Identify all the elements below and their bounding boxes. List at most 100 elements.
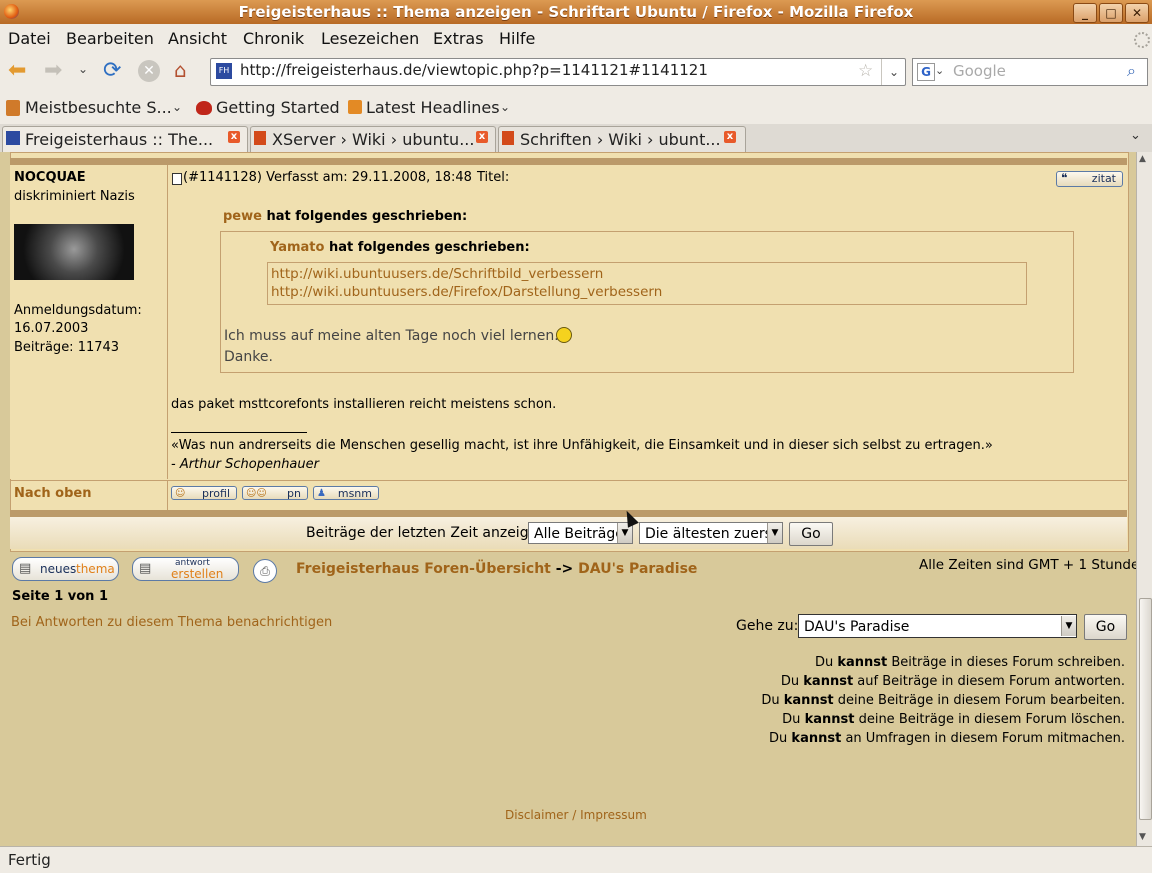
jump-go-button[interactable]: Go bbox=[1084, 614, 1127, 640]
menubar: Datei Bearbeiten Ansicht Chronik Lesezei… bbox=[0, 24, 1152, 52]
scroll-up-icon[interactable]: ▲ bbox=[1139, 154, 1146, 164]
pm-button[interactable]: ☺☺ pn bbox=[242, 486, 308, 500]
bookmark-getting-started[interactable]: Getting Started bbox=[216, 98, 340, 117]
permission-line: Du kannst deine Beiträge in diesem Forum… bbox=[761, 693, 1125, 708]
back-icon[interactable]: ⬅ bbox=[8, 60, 30, 82]
home-icon[interactable]: ⌂ bbox=[174, 58, 187, 82]
menu-hilfe[interactable]: Hilfe bbox=[499, 29, 535, 48]
quote-outer-header: pewe hat folgendes geschrieben: bbox=[223, 209, 467, 224]
status-text: Fertig bbox=[8, 851, 51, 869]
breadcrumb-index-link[interactable]: Freigeisterhaus Foren-Übersicht bbox=[296, 561, 551, 577]
post-icon[interactable] bbox=[172, 173, 182, 185]
author-rank: diskriminiert Nazis bbox=[14, 189, 135, 204]
perm-prefix: Du bbox=[814, 655, 838, 670]
quote-icon: ❝ bbox=[1061, 171, 1068, 185]
rss-icon bbox=[348, 100, 362, 114]
close-tab-icon[interactable]: x bbox=[228, 131, 240, 143]
menu-bearbeiten[interactable]: Bearbeiten bbox=[66, 29, 154, 48]
disclaimer-link[interactable]: Disclaimer / Impressum bbox=[505, 808, 647, 822]
close-tab-icon[interactable]: x bbox=[476, 131, 488, 143]
pm-label: pn bbox=[287, 487, 301, 500]
vertical-scrollbar[interactable]: ▲ ▼ bbox=[1136, 152, 1152, 846]
perm-prefix: Du bbox=[780, 674, 804, 689]
quote-button[interactable]: ❝ zitat bbox=[1056, 171, 1123, 187]
menu-chronik[interactable]: Chronik bbox=[243, 29, 304, 48]
filter-go-button[interactable]: Go bbox=[789, 522, 833, 546]
chevron-down-icon: ⌄ bbox=[500, 100, 511, 114]
stop-icon[interactable]: ✕ bbox=[138, 60, 160, 82]
perm-prefix: Du bbox=[782, 712, 805, 727]
row-separator bbox=[10, 158, 1127, 165]
close-button[interactable]: ✕ bbox=[1125, 3, 1149, 23]
document-icon: ▤ bbox=[19, 561, 32, 576]
quote-outer-text-2: Danke. bbox=[224, 349, 273, 365]
signature-author: - Arthur Schopenhauer bbox=[171, 457, 319, 472]
minimize-button[interactable]: _ bbox=[1073, 3, 1097, 23]
msn-icon: ♟ bbox=[317, 488, 326, 499]
perm-suffix: deine Beiträge in diesem Forum löschen. bbox=[854, 712, 1125, 727]
menu-ansicht[interactable]: Ansicht bbox=[168, 29, 227, 48]
tab-label: Freigeisterhaus :: The... bbox=[25, 130, 214, 149]
maximize-button[interactable]: □ bbox=[1099, 3, 1123, 23]
post-footer-divider bbox=[167, 480, 168, 510]
msnm-button[interactable]: ♟ msnm bbox=[313, 486, 379, 500]
reply-button[interactable]: ▤ antwort erstellen bbox=[132, 557, 239, 581]
engine-dropdown-icon[interactable]: ⌄ bbox=[935, 64, 944, 77]
back-to-top-link[interactable]: Nach oben bbox=[14, 486, 91, 501]
forward-icon[interactable]: ➡ bbox=[44, 60, 66, 82]
perm-suffix: deine Beiträge in diesem Forum bearbeite… bbox=[833, 693, 1125, 708]
bookmark-star-icon[interactable]: ☆ bbox=[858, 61, 873, 81]
time-filter-value: Alle Beiträge bbox=[534, 526, 624, 542]
search-input[interactable]: Google bbox=[953, 62, 1006, 80]
permission-line: Du kannst deine Beiträge in diesem Forum… bbox=[782, 712, 1125, 727]
bookmark-latest-headlines[interactable]: Latest Headlines bbox=[366, 98, 500, 117]
url-dropdown-icon[interactable]: ⌄ bbox=[881, 59, 906, 85]
url-text: http://freigeisterhaus.de/viewtopic.php?… bbox=[240, 61, 708, 79]
scroll-down-icon[interactable]: ▼ bbox=[1139, 832, 1146, 842]
perm-suffix: auf Beiträge in diesem Forum antworten. bbox=[853, 674, 1125, 689]
jump-select[interactable]: DAU's Paradise ▼ bbox=[798, 614, 1077, 638]
menu-extras[interactable]: Extras bbox=[433, 29, 484, 48]
window-title: Freigeisterhaus :: Thema anzeigen - Schr… bbox=[238, 3, 914, 21]
breadcrumb-forum-link[interactable]: DAU's Paradise bbox=[578, 561, 697, 577]
signature-divider bbox=[171, 432, 307, 433]
quote-outer-text: Ich muss auf meine alten Tage noch viel … bbox=[224, 328, 559, 344]
post-header: (#1141128) Verfasst am: 29.11.2008, 18:4… bbox=[183, 170, 472, 185]
site-favicon: FH bbox=[216, 63, 232, 79]
chevron-down-icon: ⌄ bbox=[172, 100, 183, 114]
search-box[interactable]: G ⌄ Google ⌕ bbox=[912, 58, 1148, 86]
link-firefox-darstellung[interactable]: http://wiki.ubuntuusers.de/Firefox/Darst… bbox=[271, 284, 662, 300]
print-icon[interactable]: ⎙ bbox=[253, 559, 277, 583]
link-schriftbild[interactable]: http://wiki.ubuntuusers.de/Schriftbild_v… bbox=[271, 266, 603, 282]
history-dropdown-icon[interactable]: ⌄ bbox=[78, 62, 88, 76]
close-tab-icon[interactable]: x bbox=[724, 131, 736, 143]
profile-button[interactable]: ☺ profil bbox=[171, 486, 237, 500]
notify-link[interactable]: Bei Antworten zu diesem Thema benachrich… bbox=[11, 615, 332, 630]
msnm-label: msnm bbox=[337, 487, 372, 500]
laughing-smiley-icon bbox=[556, 327, 572, 343]
bookmark-most-visited[interactable]: Meistbesuchte S... bbox=[25, 98, 172, 117]
dropdown-arrow-icon: ▼ bbox=[1061, 616, 1076, 636]
window-titlebar: Freigeisterhaus :: Thema anzeigen - Schr… bbox=[0, 0, 1152, 25]
new-topic-label-1: neues bbox=[40, 562, 77, 576]
time-filter-select[interactable]: Alle Beiträge ▼ bbox=[528, 522, 633, 544]
perm-prefix: Du bbox=[761, 693, 784, 708]
timezone-info: Alle Zeiten sind GMT + 1 Stunde bbox=[919, 557, 1140, 573]
google-engine-icon[interactable]: G bbox=[917, 63, 935, 81]
dropdown-arrow-icon: ▼ bbox=[767, 523, 782, 543]
menu-datei[interactable]: Datei bbox=[8, 29, 51, 48]
post-count: Beiträge: 11743 bbox=[14, 340, 120, 355]
permission-line: Du kannst Beiträge in dieses Forum schre… bbox=[815, 655, 1125, 670]
new-topic-button[interactable]: ▤ neues thema bbox=[12, 557, 119, 581]
scroll-thumb[interactable] bbox=[1139, 598, 1152, 820]
reload-icon[interactable]: ⟳ bbox=[103, 58, 121, 83]
sort-order-select[interactable]: Die ältesten zuerst ▼ bbox=[639, 522, 783, 544]
site-favicon bbox=[6, 131, 20, 145]
tab-list-icon[interactable]: ⌄ bbox=[1130, 128, 1141, 143]
quote-outer-author: pewe bbox=[223, 209, 262, 224]
menu-lesezeichen[interactable]: Lesezeichen bbox=[321, 29, 419, 48]
jump-value: DAU's Paradise bbox=[804, 619, 910, 635]
getting-started-icon bbox=[196, 101, 212, 115]
signature-quote: «Was nun andrerseits die Menschen gesell… bbox=[171, 438, 993, 453]
search-icon[interactable]: ⌕ bbox=[1127, 61, 1136, 81]
